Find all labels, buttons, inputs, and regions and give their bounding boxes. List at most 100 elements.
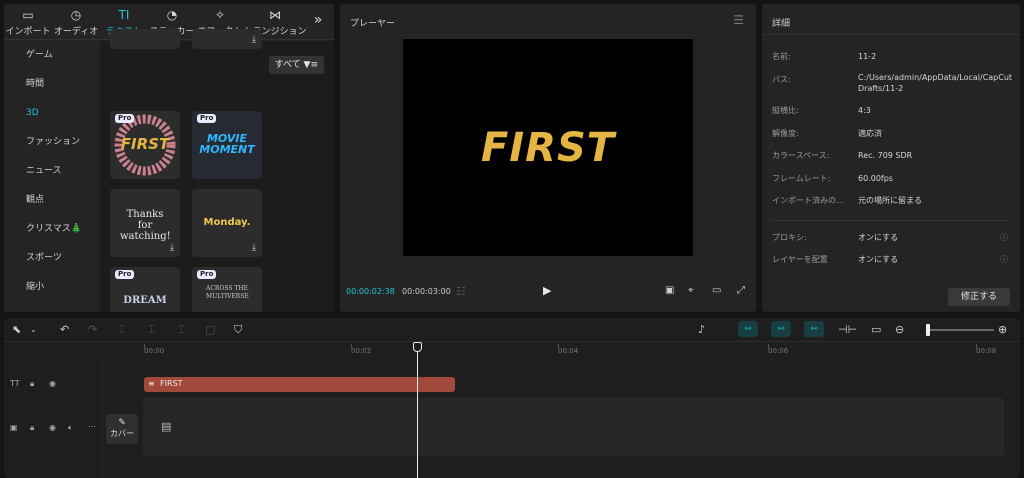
sidebar-item-news[interactable]: ニュース [4, 157, 100, 186]
zoom-slider-handle[interactable] [926, 324, 930, 336]
eye-icon[interactable]: ◉ [49, 423, 56, 432]
text-track-icon: TT [10, 379, 20, 388]
tab-import[interactable]: ▭ インポート [4, 4, 52, 40]
aspect-ratio-icon[interactable]: ▭ [712, 285, 721, 296]
subtitle-icon[interactable]: ▣ [665, 285, 674, 296]
text-clip-icon: ≡ [148, 379, 155, 388]
link-icon[interactable]: ⇿ [771, 321, 791, 337]
microphone-icon[interactable]: ♪ [698, 323, 705, 336]
select-cursor-icon[interactable]: ⬉ [12, 323, 21, 336]
preview-axis-icon[interactable]: ⇿ [804, 321, 824, 337]
lock-icon[interactable]: 🔒︎ [30, 423, 34, 433]
detail-label: 解像度: [772, 129, 799, 138]
sidebar-item-game[interactable]: ゲーム [4, 41, 100, 70]
fullscreen-icon[interactable]: ⤢ [737, 285, 745, 296]
split-right-icon[interactable]: ⌶ [178, 323, 185, 337]
detail-value: C:/Users/admin/AppData/Local/CapCut Draf… [858, 73, 1013, 93]
detail-value: Rec. 709 SDR [858, 151, 913, 160]
preview-viewport[interactable]: FIRST [403, 39, 693, 256]
edit-icon: ✎ [118, 418, 126, 428]
setting-label: レイヤーを配置 [772, 255, 828, 264]
template-card-dream[interactable]: Pro DREAM [110, 267, 180, 312]
detail-label: フレームレート: [772, 174, 831, 183]
template-card-monday[interactable]: Monday. ⤓ [192, 189, 262, 257]
playhead[interactable] [417, 342, 418, 478]
undo-icon[interactable]: ↶ [60, 323, 69, 336]
pro-badge: Pro [115, 114, 135, 123]
sidebar-item-fashion[interactable]: ファッション [4, 128, 100, 157]
delete-icon[interactable]: ▢ [205, 323, 215, 336]
sidebar-item-christmas[interactable]: クリスマス🎄 [4, 215, 100, 244]
ruler-label: 00:04 [558, 347, 579, 355]
fix-button[interactable]: 修正する [948, 288, 1010, 306]
sidebar-item-shrink[interactable]: 縮小 [4, 273, 100, 302]
transition-icon: ⋈ [269, 8, 281, 22]
volume-icon[interactable]: 🔈︎ [68, 423, 73, 433]
menu-icon[interactable]: ☰ [733, 13, 744, 27]
help-icon[interactable]: ⓘ [1000, 232, 1008, 243]
split-left-icon[interactable]: ⌶ [148, 323, 155, 337]
zoom-out-icon[interactable]: ⊖ [895, 323, 904, 336]
list-icon[interactable]: ☷ [456, 285, 466, 298]
sidebar-item-perspective[interactable]: 観点 [4, 186, 100, 215]
zoom-slider[interactable] [926, 329, 994, 331]
filter-button[interactable]: すべて ▼≡ [268, 56, 324, 74]
detail-label: インポート済みの… [772, 196, 844, 205]
cover-label: カバー [110, 429, 134, 438]
magnet-icon[interactable]: ⇿ [738, 321, 758, 337]
redo-icon[interactable]: ↷ [88, 323, 97, 336]
caption-icon[interactable]: ▭ [871, 323, 881, 336]
text-icon: TI [118, 8, 130, 22]
template-card-first[interactable]: Pro FIRST [110, 111, 180, 179]
template-text: Thanks for watching! [120, 209, 171, 242]
proxy-toggle[interactable]: オンにする [858, 232, 898, 243]
audio-icon: ◷ [70, 8, 82, 22]
ruler-label: 00:06 [768, 347, 789, 355]
setting-label: プロキシ: [772, 233, 807, 242]
template-card-multiverse[interactable]: Pro ACROSS THE MULTIVERSE [192, 267, 262, 312]
sidebar-item-sports[interactable]: スポーツ [4, 244, 100, 273]
text-clip-label: FIRST [160, 379, 183, 388]
sidebar-item-time[interactable]: 時間 [4, 70, 100, 99]
sticker-icon: ◔ [166, 8, 178, 22]
align-icon[interactable]: ⊣⊢ [838, 323, 857, 336]
more-icon[interactable]: ⋯ [88, 422, 96, 431]
shield-icon[interactable]: ⛉ [234, 323, 242, 337]
more-tabs-button[interactable]: » [306, 4, 330, 40]
split-icon[interactable]: ⌶ [118, 323, 125, 337]
lock-icon[interactable]: 🔒︎ [30, 379, 34, 389]
play-icon[interactable]: ▶ [543, 284, 551, 297]
total-time: 00:00:03:00 [402, 287, 451, 296]
chevron-down-icon[interactable]: ⌄ [30, 325, 37, 334]
template-text: Monday. [203, 217, 251, 228]
template-card-partial[interactable]: ⤓ [192, 29, 262, 49]
eye-icon[interactable]: ◉ [49, 379, 56, 388]
template-card-partial[interactable] [110, 29, 180, 49]
timeline-ruler[interactable]: 00:00 00:02 00:04 00:06 00:08 [4, 342, 1020, 358]
help-icon[interactable]: ⓘ [1000, 254, 1008, 265]
template-card-movie-moment[interactable]: Pro MOVIE MOMENT [192, 111, 262, 179]
ruler-label: 00:08 [976, 347, 997, 355]
detail-label: カラースペース: [772, 151, 830, 160]
detail-value: 適応済 [858, 129, 882, 138]
text-clip[interactable]: ≡ FIRST [144, 377, 455, 392]
tab-audio[interactable]: ◷ オーディオ [52, 4, 100, 40]
sidebar-item-3d[interactable]: 3D [4, 99, 100, 128]
tab-label: インポート [5, 27, 51, 37]
detail-label: パス: [772, 75, 791, 84]
current-time: 00:00:02:38 [346, 287, 395, 296]
template-card-thanks[interactable]: Thanks for watching! ⤓ [110, 189, 180, 257]
layer-toggle[interactable]: オンにする [858, 254, 898, 265]
playhead-handle[interactable] [413, 342, 422, 352]
timeline-toolbar: ⬉ ⌄ ↶ ↷ ⌶ ⌶ ⌶ ▢ ⛉ ♪ ⇿ ⇿ ⇿ ⊣⊢ ▭ ⊖ ⊕ [4, 318, 1020, 342]
zoom-in-icon[interactable]: ⊕ [998, 323, 1007, 336]
category-sidebar: ゲーム 時間 3D ファッション ニュース 観点 クリスマス🎄 スポーツ 縮小 [4, 41, 100, 312]
track-divider [102, 358, 103, 478]
ruler-label: 00:00 [144, 347, 165, 355]
filter-icon: ▼≡ [303, 60, 318, 70]
main-track[interactable]: ▤ [143, 398, 1004, 456]
effect-icon: ✧ [214, 8, 226, 22]
details-panel: 詳細 名前: 11-2 パス: C:/Users/admin/AppData/L… [762, 4, 1020, 312]
cover-button[interactable]: ✎ カバー [106, 414, 138, 444]
fit-screen-icon[interactable]: ⌖ [688, 285, 694, 296]
